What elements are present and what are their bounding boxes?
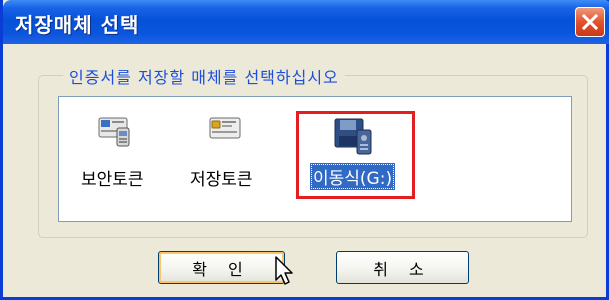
dialog-window: 저장매체 선택 인증서를 저장할 매체를 선택하십시오 보안토큰 저장토큰 이동… (0, 0, 609, 300)
security-token-icon (98, 117, 130, 147)
storage-token-icon (209, 117, 241, 139)
ok-button-label: 확 인 (192, 259, 251, 279)
media-label-removable-disk: 이동식(G:) (310, 163, 396, 190)
cancel-button-label: 취 소 (373, 259, 432, 279)
close-icon (581, 13, 599, 31)
ok-button[interactable]: 확 인 (158, 251, 285, 284)
group-legend: 인증서를 저장할 매체를 선택하십시오 (63, 64, 345, 88)
title-bar[interactable]: 저장매체 선택 (3, 0, 609, 44)
media-label-storage-token: 저장토큰 (190, 170, 253, 190)
close-button[interactable] (575, 7, 605, 37)
window-title: 저장매체 선택 (15, 13, 140, 37)
removable-disk-icon (334, 118, 372, 155)
media-label-security-token: 보안토큰 (81, 170, 144, 190)
mouse-cursor-icon (275, 256, 293, 285)
cancel-button[interactable]: 취 소 (336, 251, 469, 284)
